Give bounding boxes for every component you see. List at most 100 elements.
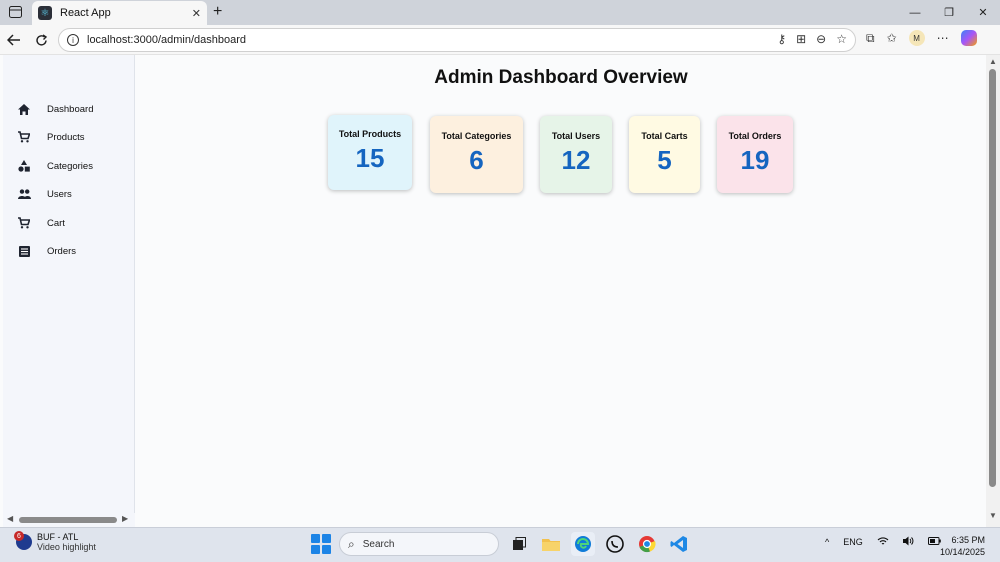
- tab-title: React App: [60, 7, 111, 19]
- tab-actions-icon[interactable]: [5, 3, 25, 21]
- windows-start-icon[interactable]: [311, 534, 331, 554]
- new-tab-button[interactable]: +: [213, 3, 222, 21]
- sidebar-item-label: Users: [47, 188, 72, 200]
- stat-card-carts: Total Carts 5: [629, 116, 700, 193]
- widget-subtitle: Video highlight: [37, 542, 96, 552]
- battery-icon[interactable]: [927, 537, 941, 547]
- scroll-down-icon[interactable]: ▼: [989, 511, 997, 520]
- stat-card-label: Total Carts: [641, 131, 688, 141]
- taskbar-search[interactable]: ⌕ Search: [339, 532, 499, 556]
- browser-toolbar: i localhost:3000/admin/dashboard ⚷ ⊞ ⊖ ☆…: [0, 25, 1000, 55]
- sidebar: Dashboard Products Categories Users Cart: [3, 55, 135, 513]
- close-window-button[interactable]: ✕: [966, 0, 1000, 25]
- team-logo-icon: 6: [14, 531, 32, 550]
- notification-badge: 6: [14, 531, 24, 541]
- url-text[interactable]: localhost:3000/admin/dashboard: [87, 34, 246, 46]
- stat-card-value: 12: [561, 145, 591, 175]
- scroll-left-icon[interactable]: ◀: [7, 514, 13, 523]
- copilot-icon[interactable]: [960, 30, 977, 46]
- sidebar-item-dashboard[interactable]: Dashboard: [17, 99, 93, 119]
- react-favicon-icon: ⚛: [38, 6, 52, 20]
- favorites-icon[interactable]: ✩: [887, 31, 897, 45]
- browser-tab[interactable]: ⚛ React App ✕: [32, 1, 207, 25]
- cart-icon: [17, 216, 31, 230]
- sidebar-item-categories[interactable]: Categories: [17, 156, 93, 176]
- more-menu-icon[interactable]: ⋯: [937, 31, 949, 45]
- scroll-up-icon[interactable]: ▲: [989, 57, 997, 66]
- chevron-up-icon[interactable]: ^: [825, 537, 829, 547]
- sidebar-item-products[interactable]: Products: [17, 127, 85, 147]
- address-bar[interactable]: i localhost:3000/admin/dashboard ⚷ ⊞ ⊖ ☆: [58, 28, 856, 52]
- stat-card-label: Total Categories: [441, 131, 512, 141]
- stat-card-users: Total Users 12: [540, 116, 612, 193]
- volume-icon[interactable]: [902, 536, 914, 548]
- widget-text: BUF - ATL Video highlight: [37, 532, 96, 552]
- restore-button[interactable]: ❐: [932, 0, 966, 25]
- sidebar-item-label: Dashboard: [47, 103, 94, 115]
- window-controls: — ❐ ✕: [898, 0, 1000, 25]
- whatsapp-icon[interactable]: [603, 532, 627, 556]
- clock-time: 6:35 PM: [951, 535, 986, 545]
- favorite-star-icon[interactable]: ☆: [836, 32, 847, 46]
- file-explorer-icon[interactable]: [539, 532, 563, 556]
- page-viewport: Dashboard Products Categories Users Cart: [0, 55, 1000, 527]
- widget-headline: BUF - ATL: [37, 532, 79, 542]
- stat-card-label: Total Users: [551, 131, 601, 141]
- system-tray: ^ ENG: [825, 536, 941, 548]
- page-title: Admin Dashboard Overview: [434, 67, 688, 88]
- vertical-scrollbar[interactable]: ▲ ▼: [986, 55, 1000, 527]
- stat-card-value: 19: [740, 145, 770, 175]
- horizontal-scroll-thumb[interactable]: [19, 517, 117, 523]
- edge-browser-icon[interactable]: [571, 532, 595, 556]
- news-widget[interactable]: 6 BUF - ATL Video highlight: [14, 531, 96, 552]
- cart-icon: [17, 130, 31, 144]
- zoom-icon[interactable]: ⊖: [816, 32, 826, 46]
- main-content: Admin Dashboard Overview Total Products …: [136, 55, 986, 527]
- browser-action-icons: ⧉ ✩ M ⋯: [866, 30, 977, 46]
- horizontal-scrollbar[interactable]: ◀ ▶: [3, 513, 135, 527]
- wifi-icon[interactable]: [877, 536, 889, 548]
- clock-date: 10/14/2025: [940, 547, 986, 557]
- refresh-button[interactable]: [32, 31, 50, 49]
- people-icon: [17, 187, 31, 201]
- app-available-icon[interactable]: ⊞: [796, 32, 806, 46]
- chrome-icon[interactable]: [635, 532, 659, 556]
- sidebar-item-orders[interactable]: Orders: [17, 241, 76, 261]
- language-indicator[interactable]: ENG: [843, 537, 863, 547]
- sidebar-item-label: Orders: [47, 245, 77, 257]
- taskbar-center: ⌕ Search: [311, 532, 691, 556]
- extensions-icon[interactable]: ⧉: [866, 31, 875, 46]
- stat-card-products: Total Products 15: [328, 115, 412, 190]
- system-clock[interactable]: 6:35 PM 10/14/2025: [940, 534, 985, 558]
- stat-card-orders: Total Orders 19: [717, 116, 793, 193]
- browser-tab-bar: ⚛ React App ✕ + — ❐ ✕: [0, 0, 1000, 25]
- sidebar-item-label: Cart: [47, 217, 65, 229]
- task-view-icon[interactable]: [507, 532, 531, 556]
- home-icon: [17, 102, 31, 116]
- sidebar-item-users[interactable]: Users: [17, 184, 72, 204]
- search-icon: ⌕: [348, 536, 355, 551]
- sidebar-item-cart[interactable]: Cart: [17, 213, 65, 233]
- profile-avatar[interactable]: M: [908, 30, 925, 46]
- stat-card-label: Total Orders: [728, 131, 782, 141]
- scroll-right-icon[interactable]: ▶: [122, 514, 128, 523]
- back-button[interactable]: [5, 31, 23, 49]
- key-icon[interactable]: ⚷: [777, 32, 786, 46]
- stat-card-value: 5: [657, 145, 672, 175]
- stat-card-value: 6: [469, 145, 484, 175]
- shapes-icon: [17, 159, 31, 173]
- minimize-button[interactable]: —: [898, 0, 932, 25]
- taskbar: 6 BUF - ATL Video highlight ⌕ Search ^ E…: [0, 527, 1000, 562]
- sidebar-item-label: Categories: [47, 160, 93, 172]
- address-bar-icons: ⚷ ⊞ ⊖ ☆: [777, 32, 847, 46]
- site-info-icon[interactable]: i: [67, 34, 79, 46]
- sidebar-item-label: Products: [47, 131, 85, 143]
- vertical-scroll-thumb[interactable]: [989, 69, 996, 487]
- stat-card-label: Total Products: [338, 129, 402, 139]
- tab-close-icon[interactable]: ✕: [192, 7, 201, 20]
- search-label: Search: [362, 538, 395, 550]
- stat-card-value: 15: [355, 143, 385, 173]
- vscode-icon[interactable]: [667, 532, 691, 556]
- stat-card-categories: Total Categories 6: [430, 116, 523, 193]
- list-icon: [17, 244, 31, 258]
